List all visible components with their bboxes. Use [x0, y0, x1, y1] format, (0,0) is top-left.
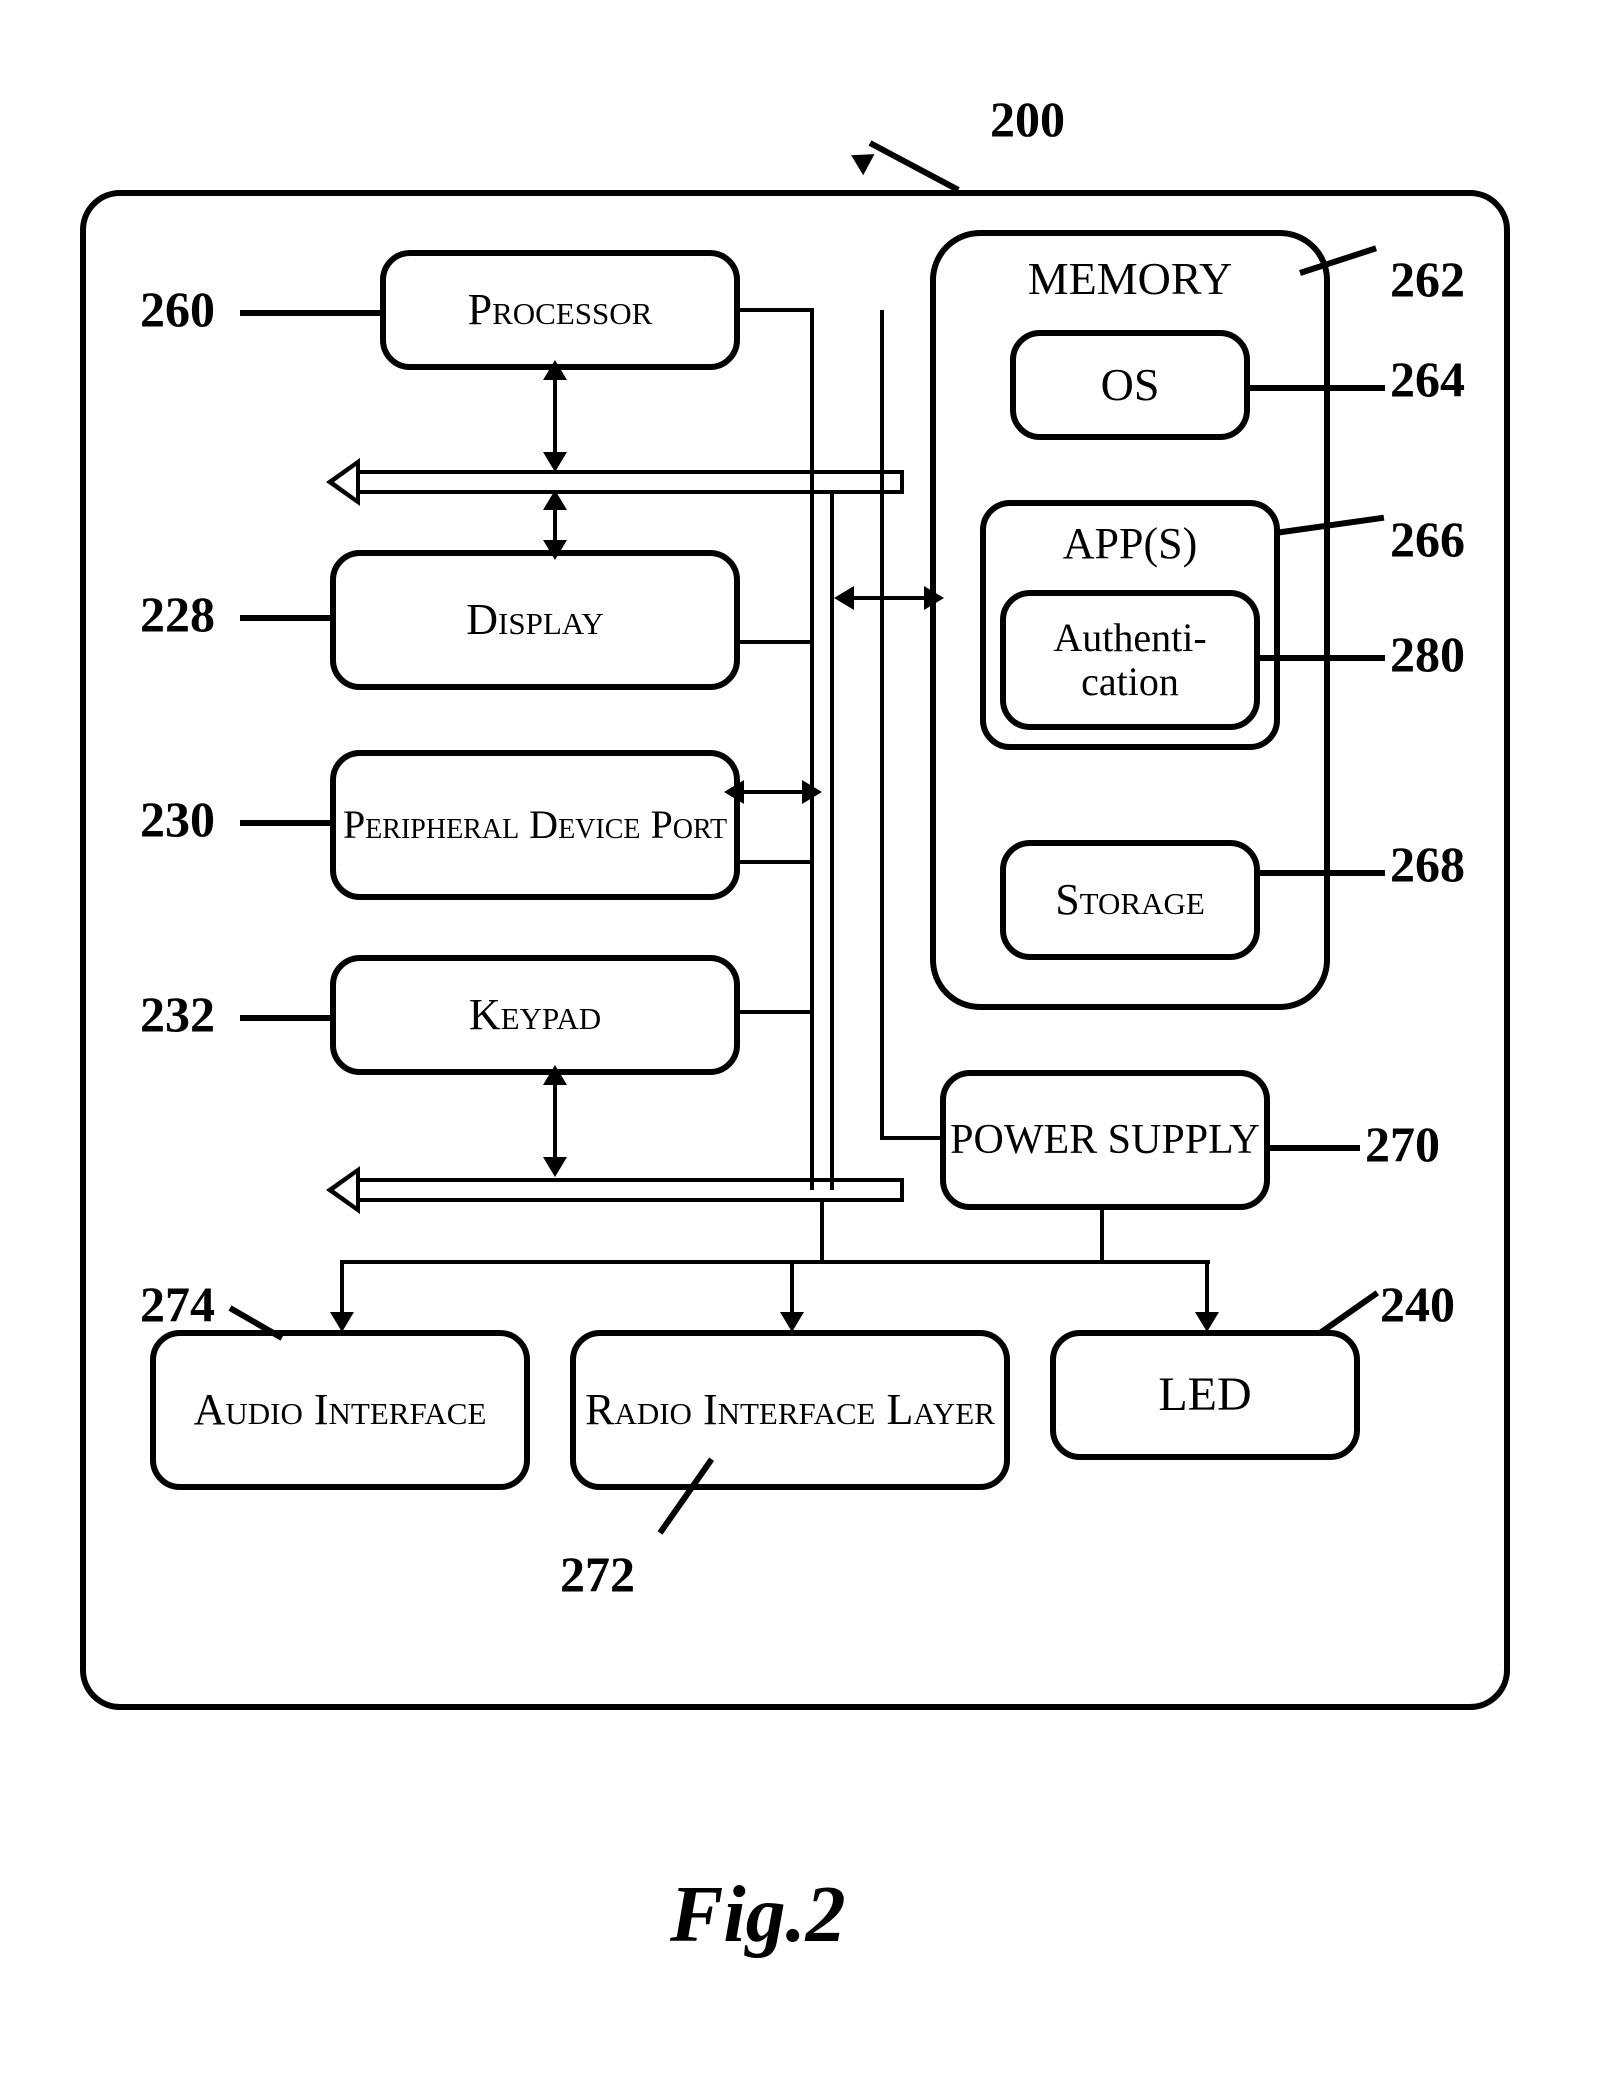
led-box: LED: [1050, 1330, 1360, 1460]
leader-280: [1260, 655, 1385, 661]
leader-260: [240, 310, 380, 316]
memory-label: MEMORY: [1028, 254, 1232, 305]
ref-270: 270: [1365, 1115, 1440, 1173]
rail-feed: [820, 1198, 824, 1264]
ref-266: 266: [1390, 510, 1465, 568]
ref-228: 228: [140, 585, 215, 643]
led-label: LED: [1158, 1369, 1251, 1422]
ah: [543, 540, 567, 560]
audio-label: Audio Interface: [194, 1386, 487, 1434]
drop-led: [1205, 1260, 1209, 1320]
os-box: OS: [1010, 330, 1250, 440]
power-box: POWER SUPPLY: [940, 1070, 1270, 1210]
auth-label: Authenti- cation: [1053, 616, 1206, 704]
bus-upper-top: [360, 470, 900, 474]
storage-box: Storage: [1000, 840, 1260, 960]
ref-272: 272: [560, 1545, 635, 1603]
leader-268: [1260, 870, 1385, 876]
conn-keypad-right: [740, 1010, 810, 1014]
bus-lower-cap: [900, 1178, 904, 1202]
ref-232: 232: [140, 985, 215, 1043]
drop-radio: [790, 1260, 794, 1320]
ref-230: 230: [140, 790, 215, 848]
conn-keypad-bus: [553, 1075, 557, 1165]
drop-audio: [340, 1260, 344, 1320]
peripheral-box: Peripheral Device Port: [330, 750, 740, 900]
audio-box: Audio Interface: [150, 1330, 530, 1490]
keypad-label: Keypad: [469, 991, 601, 1039]
rail-feed-power: [1100, 1210, 1104, 1264]
bus-upper-bot: [360, 490, 900, 494]
display-label: Display: [466, 596, 603, 644]
ref-200: 200: [990, 90, 1065, 148]
ah: [834, 586, 854, 610]
rail-bottom: [340, 1260, 1210, 1264]
ah: [543, 490, 567, 510]
bus-vert-outer: [880, 310, 884, 1140]
ah: [543, 452, 567, 472]
bus-lower-arrow: [326, 1166, 360, 1214]
display-box: Display: [330, 550, 740, 690]
figure-caption: Fig.2: [670, 1870, 846, 1961]
storage-label: Storage: [1055, 876, 1205, 924]
ah: [543, 1065, 567, 1085]
ref-240: 240: [1380, 1275, 1455, 1333]
ref-260: 260: [140, 280, 215, 338]
bus-upper-cap: [900, 470, 904, 494]
ah: [780, 1312, 804, 1332]
keypad-box: Keypad: [330, 955, 740, 1075]
figure-2: 200 Processor 260 Display 228 Peripheral…: [0, 0, 1611, 2085]
peripheral-label: Peripheral Device Port: [343, 803, 727, 847]
processor-box: Processor: [380, 250, 740, 370]
ah: [330, 1312, 354, 1332]
ref-262: 262: [1390, 250, 1465, 308]
conn-periph: [740, 790, 806, 794]
conn-power-in: [880, 1136, 940, 1140]
radio-label: Radio Interface Layer: [585, 1386, 995, 1434]
ah: [1195, 1312, 1219, 1332]
conn-proc-right: [740, 308, 814, 312]
leader-270: [1270, 1145, 1360, 1151]
leader-264: [1250, 385, 1385, 391]
power-label: POWER SUPPLY: [950, 1117, 1260, 1163]
ah: [543, 360, 567, 380]
apps-label: APP(S): [1063, 520, 1198, 568]
ah: [924, 586, 944, 610]
ah: [543, 1157, 567, 1177]
ref-274: 274: [140, 1275, 215, 1333]
ah: [802, 780, 822, 804]
ref-280: 280: [1390, 625, 1465, 683]
bus-lower-bot: [360, 1198, 900, 1202]
os-label: OS: [1101, 360, 1160, 411]
leader-228: [240, 615, 330, 621]
conn-disp-right: [740, 640, 810, 644]
ah: [724, 780, 744, 804]
radio-box: Radio Interface Layer: [570, 1330, 1010, 1490]
leader-200: [869, 140, 960, 192]
conn-proc-bus: [553, 370, 557, 460]
arrowhead-200: [846, 145, 875, 176]
bus-vert-inner-l: [810, 310, 814, 1190]
ref-264: 264: [1390, 350, 1465, 408]
processor-label: Processor: [468, 286, 653, 334]
bus-lower-top: [360, 1178, 900, 1182]
ref-268: 268: [1390, 835, 1465, 893]
conn-mem: [850, 596, 928, 600]
bus-upper-arrow: [326, 458, 360, 506]
leader-232: [240, 1015, 330, 1021]
leader-230: [240, 820, 330, 826]
conn-periph-low: [740, 860, 810, 864]
auth-box: Authenti- cation: [1000, 590, 1260, 730]
